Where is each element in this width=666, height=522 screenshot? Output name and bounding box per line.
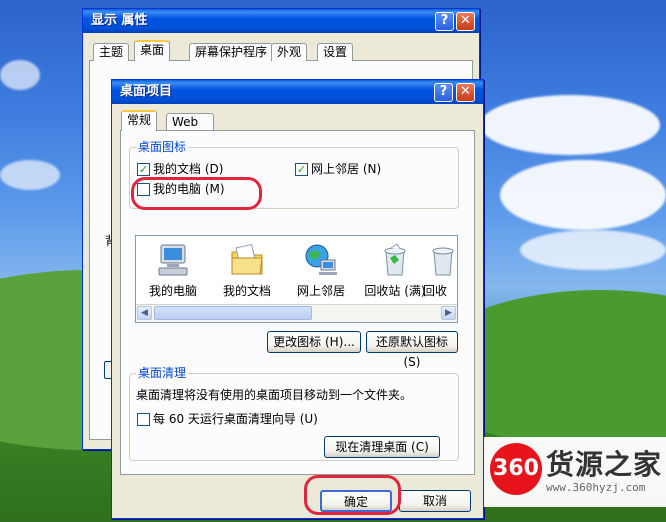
desktop-items-dialog: 桌面项目 ? ✕ 常规 Web 桌面图标 ✓ 我的文档 (D) ✓ 网上邻居 (… <box>111 79 484 519</box>
checkbox-label: 网上邻居 (N) <box>311 162 382 176</box>
my-computer-icon <box>155 242 191 278</box>
my-documents-checkbox[interactable]: ✓ <box>137 163 150 176</box>
icon-label: 网上邻居 <box>296 284 345 298</box>
cleanup-now-button[interactable]: 现在清理桌面 (C) <box>324 436 440 458</box>
network-places-icon <box>303 242 339 278</box>
watermark: 360 货源之家 www.360hyzj.com <box>484 437 666 507</box>
list-item-network-places[interactable]: 网上邻居 <box>286 242 356 299</box>
icon-label: 回收站 (满) <box>364 284 426 298</box>
cloud <box>480 95 660 155</box>
horizontal-scrollbar[interactable]: ◀ ▶ <box>136 304 457 322</box>
recycle-bin-icon <box>377 242 413 278</box>
change-icon-button[interactable]: 更改图标 (H)... <box>267 331 361 353</box>
window-title: 显示 属性 <box>91 13 148 28</box>
cancel-button[interactable]: 取消 <box>399 490 471 512</box>
cloud <box>0 160 60 190</box>
recycle-bin-icon <box>425 242 457 278</box>
list-item-my-documents[interactable]: 我的文档 <box>212 242 282 299</box>
desktop-items-titlebar[interactable]: 桌面项目 <box>112 80 483 104</box>
tab-general[interactable]: 常规 <box>121 110 158 131</box>
tab-web[interactable]: Web <box>166 113 214 131</box>
my-documents-icon <box>229 242 265 278</box>
desktop-cleanup-group: 桌面清理 桌面清理将没有使用的桌面项目移动到一个文件夹。 每 60 天运行桌面清… <box>129 366 459 461</box>
tab-settings[interactable]: 设置 <box>317 43 354 61</box>
highlight-oval <box>304 475 401 515</box>
cloud <box>520 230 666 270</box>
tab-desktop[interactable]: 桌面 <box>134 40 171 61</box>
tab-appearance[interactable]: 外观 <box>271 43 308 61</box>
watermark-logo: 360 <box>490 443 542 495</box>
cloud <box>500 160 666 230</box>
cleanup-description: 桌面清理将没有使用的桌面项目移动到一个文件夹。 <box>136 388 413 402</box>
checkbox-label: 我的文档 (D) <box>153 162 224 176</box>
close-icon[interactable]: ✕ <box>456 12 475 31</box>
scroll-thumb[interactable] <box>154 306 312 320</box>
network-places-checkbox[interactable]: ✓ <box>295 163 308 176</box>
dialog-title: 桌面项目 <box>120 84 173 99</box>
tab-screensaver[interactable]: 屏幕保护程序 <box>189 43 274 61</box>
scroll-left-icon[interactable]: ◀ <box>137 306 152 320</box>
icon-label: 我的文档 <box>222 284 271 298</box>
help-icon[interactable]: ? <box>435 12 454 31</box>
cloud <box>0 60 40 90</box>
tab-theme[interactable]: 主题 <box>93 43 130 61</box>
icon-label: 我的电脑 <box>148 284 197 298</box>
checkbox-label: 每 60 天运行桌面清理向导 (U) <box>153 412 318 426</box>
highlight-oval <box>131 177 262 210</box>
help-icon[interactable]: ? <box>434 83 453 102</box>
close-icon[interactable]: ✕ <box>456 83 475 102</box>
restore-default-button[interactable]: 还原默认图标 (S) <box>366 331 458 369</box>
list-item-my-computer[interactable]: 我的电脑 <box>138 242 208 299</box>
list-item-recycle-bin[interactable]: 回收 <box>419 242 457 299</box>
icon-label: 回收 <box>423 284 448 298</box>
display-properties-titlebar[interactable]: 显示 属性 <box>83 9 479 33</box>
icon-listview[interactable]: 我的电脑 我的文档 网上邻居 回收站 (满) 回收 ◀ ▶ <box>135 235 458 323</box>
scroll-right-icon[interactable]: ▶ <box>441 306 456 320</box>
cleanup-every-60-days-checkbox[interactable] <box>137 413 150 426</box>
watermark-url: www.360hyzj.com <box>546 481 646 494</box>
group-label: 桌面清理 <box>136 366 189 380</box>
watermark-title: 货源之家 <box>546 448 663 481</box>
group-label: 桌面图标 <box>136 140 189 154</box>
